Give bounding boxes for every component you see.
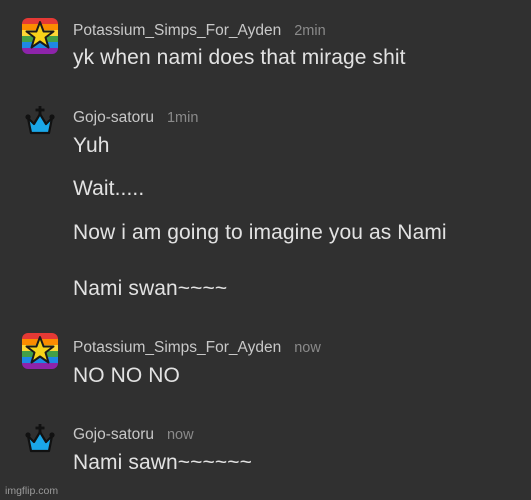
timestamp: now <box>166 427 194 443</box>
username-text: Gojo-satoru <box>73 109 154 126</box>
rainbow-star-icon <box>22 333 58 369</box>
timestamp: 1min <box>166 110 199 126</box>
message-text: yk when nami does that mirage shit <box>73 46 406 69</box>
username-text: Potassium_Simps_For_Ayden <box>73 339 282 356</box>
blue-crown-icon <box>25 106 55 135</box>
avatar[interactable] <box>22 18 58 54</box>
message-text: Wait..... <box>73 177 145 200</box>
message-text: Nami swan~~~~ <box>73 277 228 300</box>
avatar[interactable] <box>22 420 58 456</box>
username-text: Gojo-satoru <box>73 426 154 443</box>
blue-crown-icon <box>25 424 55 453</box>
watermark: imgflip.com <box>5 485 59 497</box>
message-text: Nami sawn~~~~~~ <box>73 451 252 474</box>
message-text: Now i am going to imagine you as Nami <box>73 221 447 244</box>
rainbow-star-icon <box>22 18 58 54</box>
avatar[interactable] <box>22 102 58 138</box>
avatar[interactable] <box>22 333 58 369</box>
username[interactable]: Potassium_Simps_For_Ayden now <box>73 339 321 357</box>
username[interactable]: Potassium_Simps_For_Ayden 2min <box>73 22 326 40</box>
username[interactable]: Gojo-satoru now <box>73 426 194 444</box>
message-text: NO NO NO <box>73 364 180 387</box>
username-text: Potassium_Simps_For_Ayden <box>73 22 282 39</box>
message-text: Yuh <box>73 134 110 157</box>
timestamp: now <box>294 340 321 356</box>
timestamp: 2min <box>294 23 326 39</box>
username[interactable]: Gojo-satoru 1min <box>73 109 198 127</box>
